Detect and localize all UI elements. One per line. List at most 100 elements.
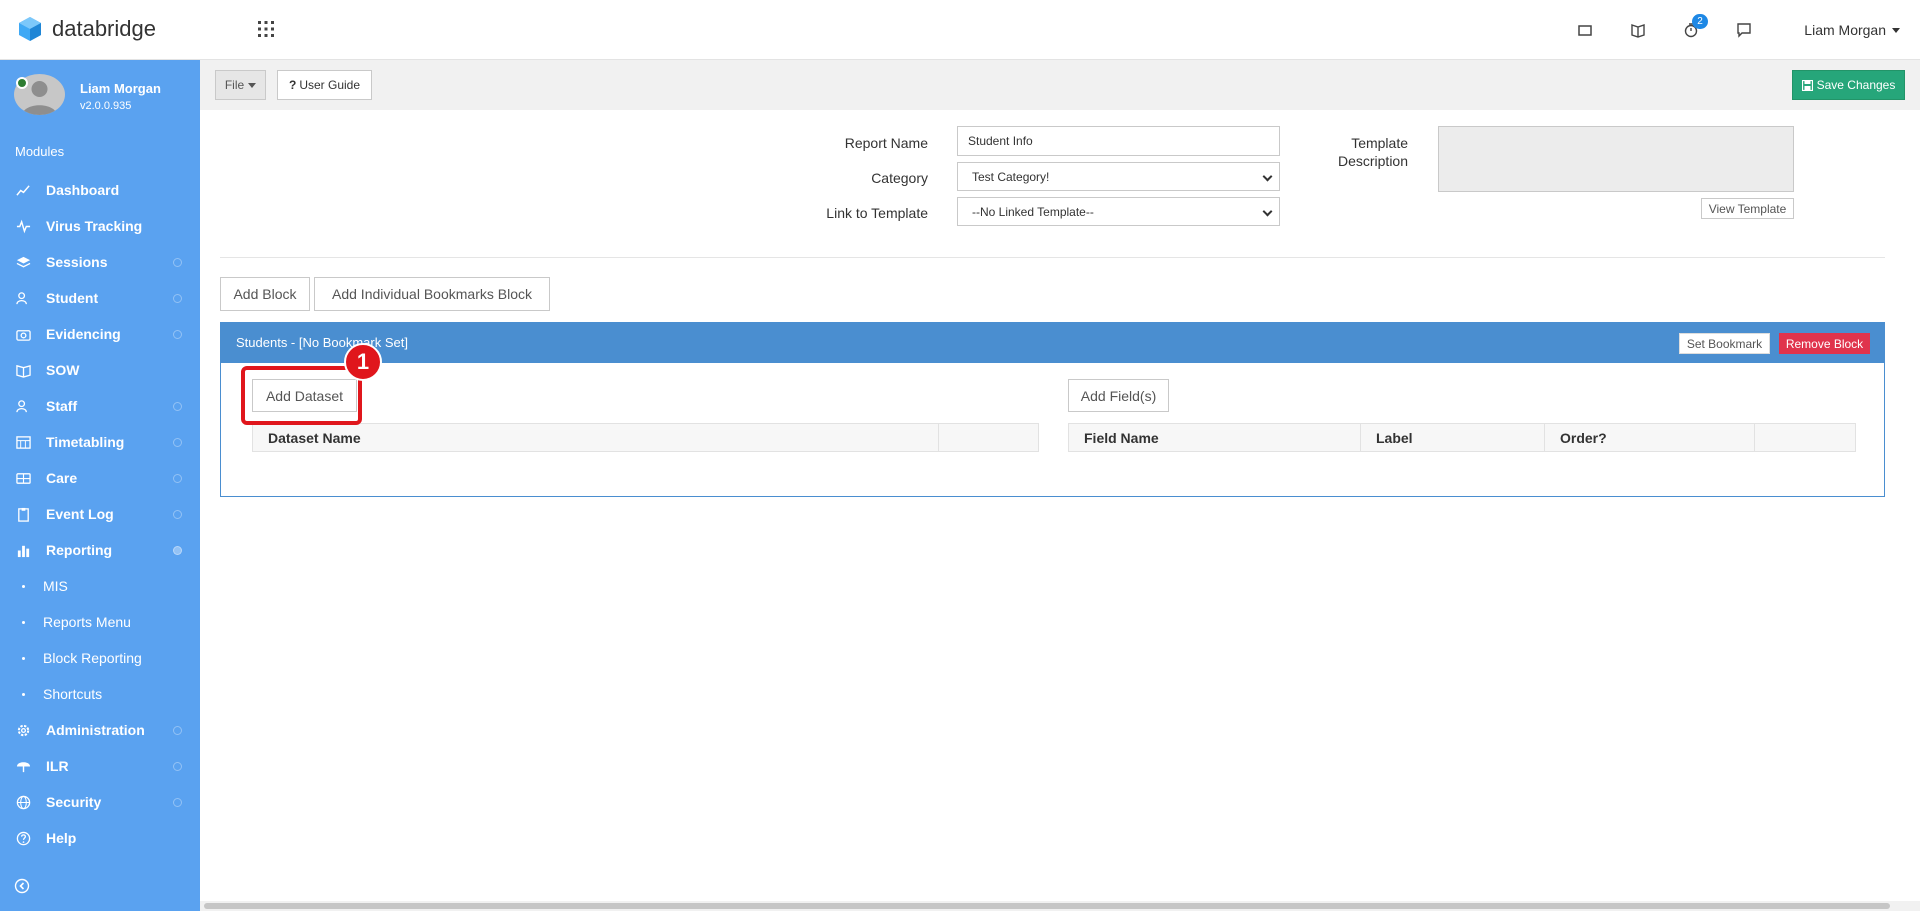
- sidebar-item-security[interactable]: Security: [0, 784, 200, 820]
- sidebar-item-ilr[interactable]: ILR: [0, 748, 200, 784]
- column-header-dataset-name: Dataset Name: [253, 424, 939, 451]
- caret-down-icon: [248, 82, 257, 88]
- add-block-button[interactable]: Add Block: [220, 277, 310, 311]
- block-panel: Students - [No Bookmark Set] Set Bookmar…: [220, 322, 1885, 497]
- apps-grid-icon[interactable]: [257, 20, 275, 38]
- template-description-textarea[interactable]: [1438, 126, 1794, 192]
- sidebar-subitem-mis[interactable]: MIS: [0, 568, 200, 604]
- sidebar-item-label: Help: [46, 830, 77, 846]
- sidebar-item-label: Care: [46, 470, 78, 486]
- sidebar-subitem-label: Block Reporting: [43, 650, 142, 666]
- user-menu[interactable]: Liam Morgan: [1770, 0, 1920, 60]
- bullet-icon: [22, 692, 25, 696]
- sidebar-item-care[interactable]: Care: [0, 460, 200, 496]
- sidebar-item-label: Administration: [46, 722, 145, 738]
- sidebar-item-virus-tracking[interactable]: Virus Tracking: [0, 208, 200, 244]
- step-number-badge: 1: [344, 343, 382, 381]
- sidebar-item-label: Staff: [46, 398, 78, 414]
- sidebar-menu: Dashboard Virus Tracking Sessions Studen…: [0, 172, 200, 856]
- sidebar-item-reporting[interactable]: Reporting: [0, 532, 200, 568]
- block-panel-header: Students - [No Bookmark Set] Set Bookmar…: [221, 323, 1884, 363]
- users-icon: [15, 398, 31, 414]
- sidebar-item-sow[interactable]: SOW: [0, 352, 200, 388]
- template-description-label-line2: Description: [1337, 153, 1408, 169]
- link-template-select[interactable]: --No Linked Template--: [957, 197, 1280, 226]
- block-title: Students - [No Bookmark Set]: [236, 335, 408, 350]
- column-header-field-name: Field Name: [1069, 424, 1361, 451]
- scrollbar-thumb[interactable]: [204, 903, 1890, 909]
- collapse-sidebar-icon[interactable]: [14, 878, 30, 894]
- sidebar-subitem-label: MIS: [43, 578, 68, 594]
- window-icon[interactable]: [1558, 0, 1611, 60]
- book-icon[interactable]: [1611, 0, 1664, 60]
- calendar-icon: [15, 434, 31, 450]
- id-card-icon: [15, 470, 31, 486]
- expand-indicator-icon: [173, 474, 182, 483]
- expand-indicator-icon: [173, 510, 182, 519]
- sidebar-subitem-shortcuts[interactable]: Shortcuts: [0, 676, 200, 712]
- sidebar-subitem-block-reporting[interactable]: Block Reporting: [0, 640, 200, 676]
- sidebar-item-timetabling[interactable]: Timetabling: [0, 424, 200, 460]
- save-changes-button[interactable]: Save Changes: [1792, 70, 1905, 100]
- book-icon: [15, 362, 31, 378]
- expand-indicator-icon: [173, 438, 182, 447]
- notification-badge: 2: [1692, 14, 1708, 29]
- chat-icon[interactable]: [1717, 0, 1770, 60]
- sidebar-item-label: SOW: [46, 362, 80, 378]
- sidebar-item-label: Timetabling: [46, 434, 125, 450]
- report-name-input[interactable]: Student Info: [957, 126, 1280, 156]
- template-description-label-line1: Template: [1351, 135, 1408, 151]
- column-header-label: Label: [1361, 424, 1545, 451]
- layers-icon: [15, 254, 31, 270]
- sidebar-item-label: Evidencing: [46, 326, 121, 342]
- caret-down-icon: [1892, 27, 1900, 33]
- bullet-icon: [22, 656, 25, 660]
- user-guide-button[interactable]: ? User Guide: [277, 70, 372, 100]
- modules-heading: Modules: [15, 144, 65, 159]
- chevron-down-icon: [1262, 206, 1273, 217]
- user-menu-name: Liam Morgan: [1804, 22, 1886, 38]
- sidebar-subitem-reports-menu[interactable]: Reports Menu: [0, 604, 200, 640]
- sidebar-item-administration[interactable]: Administration: [0, 712, 200, 748]
- users-icon: [15, 290, 31, 306]
- add-fields-button[interactable]: Add Field(s): [1068, 379, 1169, 412]
- bullet-icon: [22, 620, 25, 624]
- sidebar: Liam Morgan v2.0.0.935 Modules Dashboard…: [0, 60, 200, 911]
- sidebar-item-help[interactable]: Help: [0, 820, 200, 856]
- file-menu-button[interactable]: File: [215, 70, 266, 100]
- sidebar-item-student[interactable]: Student: [0, 280, 200, 316]
- brand[interactable]: databridge: [18, 16, 156, 42]
- sidebar-subitem-label: Shortcuts: [43, 686, 103, 702]
- camera-icon: [15, 326, 31, 342]
- user-guide-label: User Guide: [299, 78, 361, 92]
- column-header-order: Order?: [1545, 424, 1755, 451]
- timer-icon[interactable]: 2: [1664, 0, 1717, 60]
- chevron-down-icon: [1262, 171, 1273, 182]
- report-name-label: Report Name: [844, 135, 928, 151]
- sidebar-item-evidencing[interactable]: Evidencing: [0, 316, 200, 352]
- category-select[interactable]: Test Category!: [957, 162, 1280, 191]
- horizontal-scrollbar[interactable]: [200, 901, 1920, 911]
- view-template-button[interactable]: View Template: [1701, 198, 1794, 219]
- link-template-label: Link to Template: [826, 205, 928, 221]
- divider: [220, 257, 1885, 258]
- sidebar-item-staff[interactable]: Staff: [0, 388, 200, 424]
- globe-icon: [15, 794, 31, 810]
- expand-indicator-icon: [173, 294, 182, 303]
- sidebar-item-sessions[interactable]: Sessions: [0, 244, 200, 280]
- column-header-blank: [939, 424, 1038, 451]
- sidebar-item-dashboard[interactable]: Dashboard: [0, 172, 200, 208]
- category-selected-value: Test Category!: [972, 169, 1050, 184]
- clipboard-icon: [15, 506, 31, 522]
- remove-block-button[interactable]: Remove Block: [1779, 333, 1870, 354]
- sidebar-item-label: Dashboard: [46, 182, 120, 198]
- help-circle-icon: [15, 830, 31, 846]
- fields-table-header: Field Name Label Order?: [1068, 423, 1856, 452]
- template-description-label: Template Description: [1320, 135, 1408, 169]
- sidebar-item-label: Virus Tracking: [46, 218, 143, 234]
- sidebar-item-event-log[interactable]: Event Log: [0, 496, 200, 532]
- set-bookmark-button[interactable]: Set Bookmark: [1679, 333, 1770, 354]
- add-bookmarks-block-button[interactable]: Add Individual Bookmarks Block: [314, 277, 550, 311]
- sidebar-item-label: ILR: [46, 758, 69, 774]
- sidebar-user[interactable]: Liam Morgan v2.0.0.935: [14, 74, 194, 118]
